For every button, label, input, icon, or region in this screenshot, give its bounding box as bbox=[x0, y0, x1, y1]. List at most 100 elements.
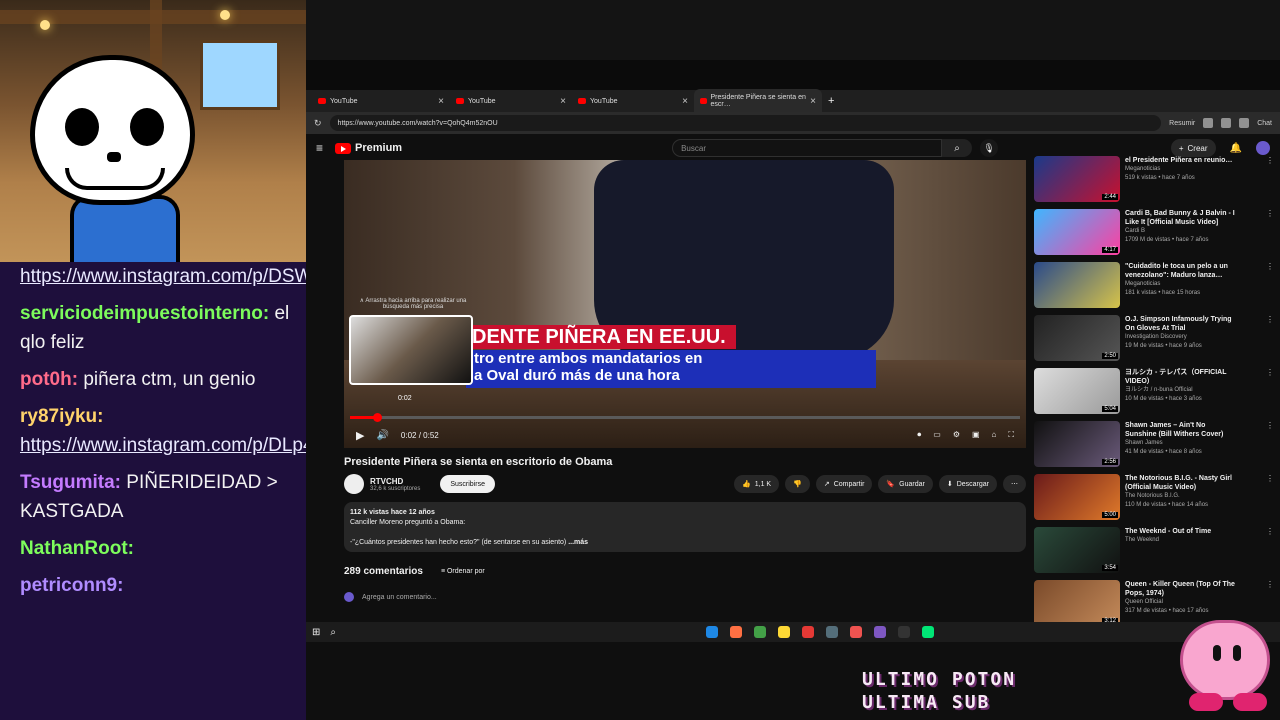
rec-title[interactable]: Cardi B, Bad Bunny & J Balvin - I Like I… bbox=[1125, 209, 1237, 227]
tab-youtube-1[interactable]: YouTube × bbox=[312, 89, 450, 113]
rec-thumbnail[interactable]: 2:56 bbox=[1034, 421, 1120, 467]
rec-channel[interactable]: The Weeknd bbox=[1125, 536, 1237, 545]
recommendation-item[interactable]: 5:04 ヨルシカ - テレパス（OFFICIAL VIDEO） ヨルシカ / … bbox=[1034, 368, 1274, 421]
chat-username[interactable]: serviciodeimpuestointerno: bbox=[20, 303, 269, 324]
kick-icon[interactable] bbox=[922, 626, 934, 638]
rec-thumbnail[interactable]: 3:54 bbox=[1034, 527, 1120, 573]
firefox-icon[interactable] bbox=[730, 626, 742, 638]
rec-title[interactable]: "Cuidadito le toca un pelo a un venezola… bbox=[1125, 262, 1237, 280]
save-button[interactable]: 🔖 Guardar bbox=[878, 475, 933, 493]
rec-channel[interactable]: ヨルシカ / n-buna Official bbox=[1125, 386, 1237, 395]
rec-channel[interactable]: Meganoticias bbox=[1125, 165, 1237, 174]
subscribe-button[interactable]: Suscribirse bbox=[440, 475, 495, 493]
chat-username[interactable]: petriconn9: bbox=[20, 575, 123, 596]
rec-menu-icon[interactable]: ⋮ bbox=[1266, 315, 1274, 368]
scrubber-handle[interactable] bbox=[372, 413, 382, 422]
fullscreen-icon[interactable]: ⛶ bbox=[1008, 430, 1014, 440]
download-button[interactable]: ⬇ Descargar bbox=[938, 475, 997, 493]
tab-youtube-2[interactable]: YouTube × bbox=[450, 89, 572, 113]
folder-icon[interactable] bbox=[778, 626, 790, 638]
new-tab-button[interactable]: + bbox=[828, 95, 834, 107]
rec-title[interactable]: O.J. Simpson Infamously Trying On Gloves… bbox=[1125, 315, 1237, 333]
sort-button[interactable]: ≡ Ordenar por bbox=[441, 568, 485, 575]
rec-menu-icon[interactable]: ⋮ bbox=[1266, 421, 1274, 474]
rec-channel[interactable]: Meganoticias bbox=[1125, 280, 1237, 289]
recommendation-item[interactable]: 2:44 el Presidente Piñera en reunio… Meg… bbox=[1034, 156, 1274, 209]
recommendation-item[interactable]: 3:54 The Weeknd - Out of Time The Weeknd… bbox=[1034, 527, 1274, 580]
progress-bar[interactable] bbox=[350, 413, 1020, 422]
rec-menu-icon[interactable]: ⋮ bbox=[1266, 209, 1274, 262]
cast-icon[interactable]: ⌂ bbox=[992, 430, 997, 440]
more-link[interactable]: ...más bbox=[568, 539, 588, 546]
rec-menu-icon[interactable]: ⋮ bbox=[1266, 156, 1274, 209]
recommendation-item[interactable]: 5:00 The Notorious B.I.G. - Nasty Girl (… bbox=[1034, 474, 1274, 527]
bell-icon[interactable]: 🔔 bbox=[1230, 143, 1242, 154]
chat-link[interactable]: https://www.instagram.com/p/DSWBl1ojfzJ/ bbox=[20, 266, 306, 287]
tab-video-active[interactable]: Presidente Piñera se sienta en escr… × bbox=[694, 89, 822, 113]
rec-channel[interactable]: Shawn James bbox=[1125, 439, 1237, 448]
chat-username[interactable]: NathanRoot: bbox=[20, 538, 134, 559]
rec-title[interactable]: Queen - Killer Queen (Top Of The Pops, 1… bbox=[1125, 580, 1237, 598]
app-icon[interactable] bbox=[802, 626, 814, 638]
settings-icon[interactable]: ⚙ bbox=[953, 430, 960, 440]
channel-name[interactable]: RTVCHD bbox=[370, 477, 420, 486]
description-box[interactable]: 112 k vistas hace 12 años Canciller More… bbox=[344, 502, 1026, 552]
chat-username[interactable]: Tsugumita: bbox=[20, 472, 121, 493]
url-field[interactable]: https://www.youtube.com/watch?v=QohQ4m52… bbox=[329, 115, 1162, 131]
rec-channel[interactable]: Investigation Discovery bbox=[1125, 333, 1237, 342]
share-button[interactable]: ↗ Compartir bbox=[815, 475, 873, 493]
rec-channel[interactable]: The Notorious B.I.G. bbox=[1125, 492, 1237, 501]
miniplayer-icon[interactable]: ▣ bbox=[972, 430, 980, 440]
recommendation-item[interactable]: 4:17 Cardi B, Bad Bunny & J Balvin - I L… bbox=[1034, 209, 1274, 262]
rec-thumbnail[interactable]: 4:17 bbox=[1034, 209, 1120, 255]
more-actions-button[interactable]: ⋯ bbox=[1003, 475, 1026, 493]
summary-button[interactable]: Resumir bbox=[1169, 120, 1195, 127]
rec-thumbnail[interactable]: 3:12 bbox=[1034, 580, 1120, 626]
extension-icon[interactable] bbox=[1203, 118, 1214, 128]
windows-start-icon[interactable]: ⊞ bbox=[312, 627, 320, 638]
rec-menu-icon[interactable]: ⋮ bbox=[1266, 368, 1274, 421]
taskbar-search-icon[interactable]: ⌕ bbox=[330, 627, 336, 638]
tab-youtube-3[interactable]: YouTube × bbox=[572, 89, 694, 113]
volume-icon[interactable]: 🔊 bbox=[376, 430, 388, 441]
video-player[interactable]: DENTE PIÑERA EN EE.UU. tro entre ambos m… bbox=[344, 160, 1026, 448]
chat-link[interactable]: https://www.instagram.com/p/DLp4Hq4oTDa/ bbox=[20, 435, 306, 456]
profile-icon[interactable] bbox=[1239, 118, 1250, 128]
account-avatar[interactable] bbox=[1256, 141, 1270, 155]
recommendation-item[interactable]: 2:50 O.J. Simpson Infamously Trying On G… bbox=[1034, 315, 1274, 368]
app3-icon[interactable] bbox=[898, 626, 910, 638]
rec-menu-icon[interactable]: ⋮ bbox=[1266, 262, 1274, 315]
rec-thumbnail[interactable]: 5:00 bbox=[1034, 474, 1120, 520]
rec-menu-icon[interactable]: ⋮ bbox=[1266, 527, 1274, 580]
rec-title[interactable]: The Weeknd - Out of Time bbox=[1125, 527, 1237, 536]
create-button[interactable]: + Crear bbox=[1170, 139, 1216, 157]
rec-thumbnail[interactable]: 5:04 bbox=[1034, 368, 1120, 414]
subtitles-icon[interactable]: ▭ bbox=[933, 430, 941, 440]
youtube-logo[interactable]: Premium bbox=[335, 142, 402, 154]
like-button[interactable]: 👍 1,1 K bbox=[734, 475, 780, 493]
play-icon[interactable]: ▶ bbox=[356, 429, 364, 442]
app2-icon[interactable] bbox=[850, 626, 862, 638]
chat-username[interactable]: pot0h: bbox=[20, 369, 78, 390]
reload-icon[interactable]: ↻ bbox=[314, 118, 322, 129]
chat-username[interactable]: ry87iyku: bbox=[20, 406, 103, 427]
favorite-icon[interactable] bbox=[1221, 118, 1232, 128]
autoplay-toggle[interactable]: ⏺ bbox=[917, 430, 921, 440]
rec-channel[interactable]: Cardi B bbox=[1125, 227, 1237, 236]
steam-icon[interactable] bbox=[826, 626, 838, 638]
recommendation-item[interactable]: "Cuidadito le toca un pelo a un venezola… bbox=[1034, 262, 1274, 315]
rec-thumbnail[interactable]: 2:50 bbox=[1034, 315, 1120, 361]
channel-avatar[interactable] bbox=[344, 474, 364, 494]
add-comment-field[interactable]: Agrega un comentario... bbox=[344, 592, 437, 602]
search-icon[interactable]: ⌕ bbox=[942, 139, 973, 157]
search-input[interactable]: Buscar bbox=[672, 139, 943, 157]
recommendation-item[interactable]: 2:56 Shawn James – Ain't No Sunshine (Bi… bbox=[1034, 421, 1274, 474]
rec-menu-icon[interactable]: ⋮ bbox=[1266, 474, 1274, 527]
mic-icon[interactable]: 🎙 bbox=[980, 139, 999, 157]
chat-button[interactable]: Chat bbox=[1257, 120, 1272, 127]
dislike-button[interactable]: 👎 bbox=[785, 475, 810, 493]
rec-thumbnail[interactable] bbox=[1034, 262, 1120, 308]
menu-icon[interactable]: ≡ bbox=[316, 141, 323, 155]
rec-thumbnail[interactable]: 2:44 bbox=[1034, 156, 1120, 202]
rec-title[interactable]: el Presidente Piñera en reunio… bbox=[1125, 156, 1237, 165]
